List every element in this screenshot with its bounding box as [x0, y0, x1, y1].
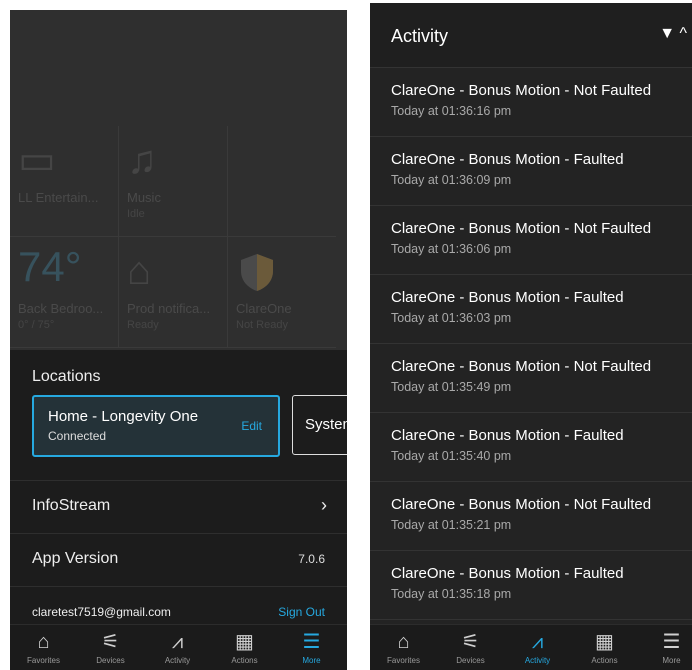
event-time: Today at 01:36:06 pm [391, 242, 512, 256]
nav-favorites[interactable]: ⌂ Favorites [370, 625, 437, 670]
tv-icon: ▭ [18, 138, 56, 182]
event-time: Today at 01:36:09 pm [391, 173, 512, 187]
tile-label: Prod notifica... [127, 301, 211, 316]
menu-icon: ☰ [302, 631, 321, 653]
app-version-label: App Version [32, 550, 119, 567]
tile-back-bedroom[interactable]: 74° Back Bedroo... 0° / 75° [10, 237, 119, 348]
garage-icon: ⌂ [127, 249, 152, 293]
music-icon: ♫ [127, 138, 157, 182]
nav-favorites[interactable]: ⌂ Favorites [10, 625, 77, 670]
infostream-row[interactable]: InfoStream › [10, 480, 347, 533]
infostream-label: InfoStream [32, 497, 111, 514]
nav-devices[interactable]: ⚟ Devices [437, 625, 504, 670]
more-screen: ▭ LL Entertain... ♫ Music Idle 74° Back … [10, 10, 347, 670]
filter-icon[interactable]: ▼ ^ [659, 25, 687, 43]
account-email: claretest7519@gmail.com [32, 605, 171, 619]
nav-label: Activity [164, 656, 191, 665]
event-text: ClareOne - Bonus Motion - Faulted [391, 151, 624, 168]
dimmed-home-grid: ▭ LL Entertain... ♫ Music Idle 74° Back … [10, 10, 347, 350]
nav-more[interactable]: ☰ More [638, 625, 692, 670]
event-text: ClareOne - Bonus Motion - Faulted [391, 427, 624, 444]
event-text: ClareOne - Bonus Motion - Faulted [391, 565, 624, 582]
event-text: ClareOne - Bonus Motion - Faulted [391, 289, 624, 306]
nav-label: Activity [524, 656, 551, 665]
activity-icon: ⩘ [171, 631, 184, 653]
activity-header: Activity ▼ ^ [370, 3, 692, 68]
nav-label: More [302, 656, 321, 665]
activity-icon: ⩘ [531, 631, 544, 653]
app-version-row: App Version 7.0.6 [10, 533, 347, 586]
event-time: Today at 01:35:18 pm [391, 587, 512, 601]
location-card-active[interactable]: Home - Longevity One Connected Edit [32, 395, 280, 457]
nav-label: Devices [456, 656, 485, 665]
tile-empty [228, 126, 336, 237]
home-icon: ⌂ [397, 631, 410, 653]
nav-actions[interactable]: ▦ Actions [571, 625, 638, 670]
event-text: ClareOne - Bonus Motion - Not Faulted [391, 82, 652, 99]
tile-prod-notifications[interactable]: ⌂ Prod notifica... Ready [119, 237, 228, 348]
list-item[interactable]: ClareOne - Bonus Motion - Not Faulted Tod… [370, 206, 692, 275]
event-text: ClareOne - Bonus Motion - Not Faulted [391, 496, 652, 513]
tile-status: 0° / 75° [18, 319, 55, 331]
devices-icon: ⚟ [461, 631, 480, 653]
event-time: Today at 01:35:49 pm [391, 380, 512, 394]
tile-label: Music [127, 190, 161, 205]
tile-status: Idle [127, 208, 145, 220]
home-icon: ⌂ [37, 631, 50, 653]
menu-icon: ☰ [662, 631, 681, 653]
nav-label: Actions [231, 656, 258, 665]
tile-status: Not Ready [236, 319, 288, 331]
more-sheet: Locations Home - Longevity One Connected… [10, 350, 347, 632]
tile-label: Back Bedroo... [18, 301, 104, 316]
tile-ll-entertainment[interactable]: ▭ LL Entertain... [10, 126, 119, 237]
list-item[interactable]: ClareOne - Bonus Motion - Faulted Today a… [370, 413, 692, 482]
event-time: Today at 01:36:03 pm [391, 311, 512, 325]
event-time: Today at 01:36:16 pm [391, 104, 512, 118]
chevron-right-icon: › [321, 495, 327, 515]
event-text: ClareOne - Bonus Motion - Not Faulted [391, 358, 652, 375]
locations-title: Locations [32, 368, 101, 385]
nav-actions[interactable]: ▦ Actions [211, 625, 278, 670]
nav-activity[interactable]: ⩘ Activity [504, 625, 571, 670]
list-item[interactable]: ClareOne - Bonus Motion - Not Faulted Tod… [370, 482, 692, 551]
tile-clareone[interactable]: ClareOne Not Ready [228, 237, 336, 348]
list-item[interactable]: ClareOne - Bonus Motion - Faulted Today a… [370, 551, 692, 620]
nav-label: Actions [591, 656, 618, 665]
devices-icon: ⚟ [101, 631, 120, 653]
activity-list: ClareOne - Bonus Motion - Not Faulted Tod… [370, 68, 692, 620]
sign-out-button[interactable]: Sign Out [278, 605, 325, 619]
event-time: Today at 01:35:21 pm [391, 518, 512, 532]
nav-label: More [662, 656, 681, 665]
location-edit-button[interactable]: Edit [241, 419, 262, 433]
tile-label: LL Entertain... [18, 190, 99, 205]
bottom-nav: ⌂ Favorites ⚟ Devices ⩘ Activity ▦ Actions ☰… [10, 624, 347, 670]
shield-icon [236, 251, 284, 291]
location-name: Home - Longevity One [48, 408, 199, 425]
event-text: ClareOne - Bonus Motion - Not Faulted [391, 220, 652, 237]
nav-label: Favorites [387, 656, 420, 665]
tile-status: Ready [127, 319, 159, 331]
nav-devices[interactable]: ⚟ Devices [77, 625, 144, 670]
location-card-other[interactable]: System [292, 395, 347, 455]
activity-screen: Activity ▼ ^ ClareOne - Bonus Motion - N… [370, 3, 692, 670]
tile-label: ClareOne [236, 301, 292, 316]
calendar-icon: ▦ [235, 631, 254, 653]
temperature-readout: 74° [18, 243, 82, 290]
page-title: Activity [391, 26, 449, 46]
list-item[interactable]: ClareOne - Bonus Motion - Faulted Today a… [370, 137, 692, 206]
bottom-nav: ⌂ Favorites ⚟ Devices ⩘ Activity ▦ Actions ☰… [370, 624, 692, 670]
nav-more[interactable]: ☰ More [278, 625, 345, 670]
calendar-icon: ▦ [595, 631, 614, 653]
tile-music[interactable]: ♫ Music Idle [119, 126, 228, 237]
list-item[interactable]: ClareOne - Bonus Motion - Not Faulted Tod… [370, 68, 692, 137]
list-item[interactable]: ClareOne - Bonus Motion - Not Faulted Tod… [370, 344, 692, 413]
location-name: System [305, 416, 347, 433]
nav-activity[interactable]: ⩘ Activity [144, 625, 211, 670]
nav-label: Devices [96, 656, 125, 665]
event-time: Today at 01:35:40 pm [391, 449, 512, 463]
location-status: Connected [48, 429, 107, 443]
list-item[interactable]: ClareOne - Bonus Motion - Faulted Today a… [370, 275, 692, 344]
nav-label: Favorites [27, 656, 60, 665]
app-version-value: 7.0.6 [298, 552, 325, 566]
